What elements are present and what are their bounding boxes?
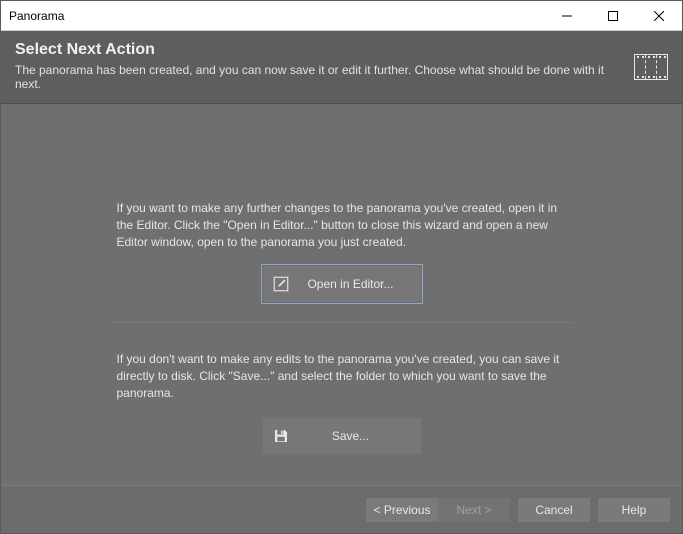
wizard-content: If you want to make any further changes … [1,104,682,485]
save-description: If you don't want to make any edits to t… [117,351,567,401]
wizard-header: Select Next Action The panorama has been… [1,31,682,104]
open-editor-row: Open in Editor... [81,266,602,302]
help-button[interactable]: Help [598,498,670,522]
minimize-button[interactable] [544,1,590,31]
next-button: Next > [438,498,510,522]
edit-icon [269,272,293,296]
page-subtitle: The panorama has been created, and you c… [15,63,622,91]
previous-button[interactable]: < Previous [366,498,438,522]
close-button[interactable] [636,1,682,31]
window-title: Panorama [1,9,544,23]
maximize-icon [608,11,618,21]
titlebar: Panorama [1,1,682,31]
save-button[interactable]: Save... [263,418,421,454]
minimize-icon [562,11,572,21]
panorama-icon [634,54,668,80]
separator [112,322,572,323]
close-icon [654,11,664,21]
cancel-button[interactable]: Cancel [518,498,590,522]
nav-button-group: < Previous Next > [366,498,510,522]
wizard-footer: < Previous Next > Cancel Help [1,485,682,533]
save-icon [269,424,293,448]
open-in-editor-button[interactable]: Open in Editor... [263,266,421,302]
save-row: Save... [81,418,602,454]
panorama-wizard-window: Panorama Select Next Action The panorama… [0,0,683,534]
page-title: Select Next Action [15,41,622,59]
maximize-button[interactable] [590,1,636,31]
open-editor-description: If you want to make any further changes … [117,200,567,250]
header-text: Select Next Action The panorama has been… [15,41,622,91]
